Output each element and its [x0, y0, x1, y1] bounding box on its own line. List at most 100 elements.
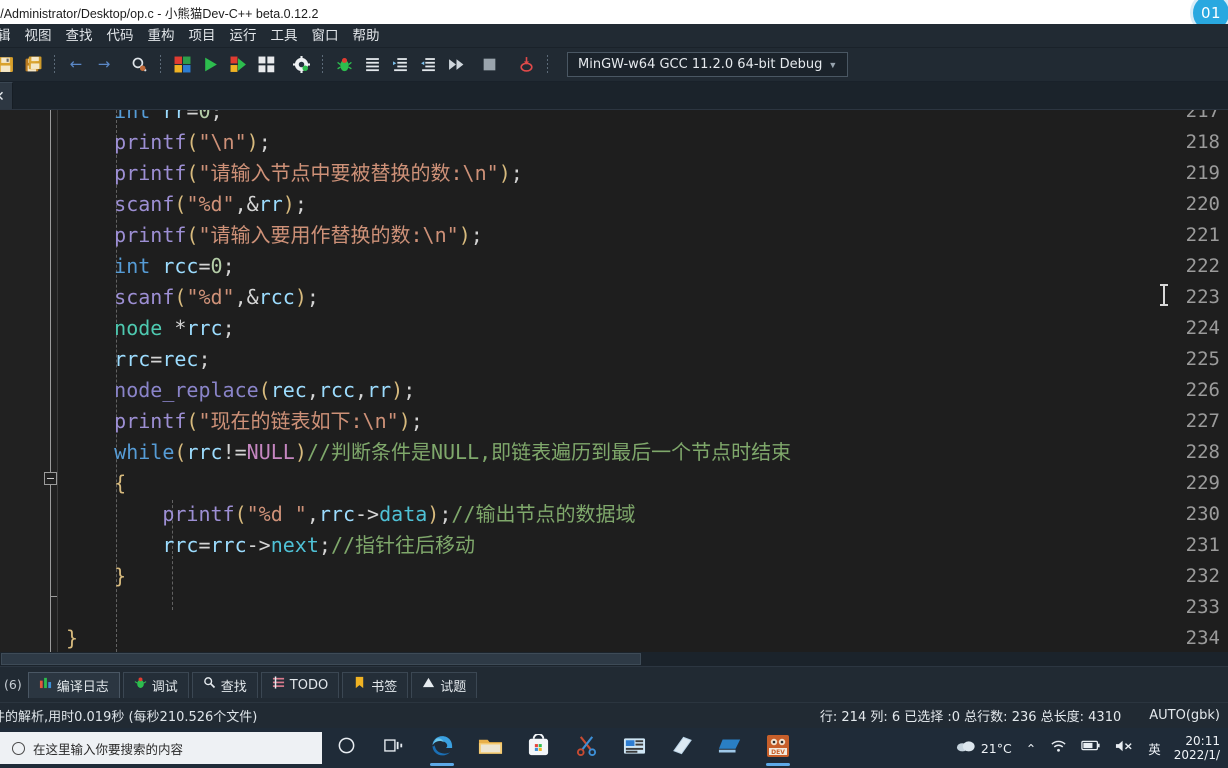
- code-line[interactable]: }: [66, 623, 78, 652]
- panel-tab-debug[interactable]: 调试: [122, 671, 189, 698]
- taskbar-media-app-button[interactable]: [610, 728, 658, 768]
- back-button[interactable]: ←: [65, 54, 87, 76]
- rebuild-button[interactable]: [255, 54, 277, 76]
- menu-item-edit[interactable]: 辑: [0, 24, 18, 48]
- code-token: rrc: [186, 316, 223, 340]
- code-line[interactable]: node *rrc;: [66, 313, 234, 344]
- taskbar-task-view-button[interactable]: [370, 728, 418, 768]
- code-token: ;: [510, 161, 523, 185]
- menu-item-run[interactable]: 运行: [223, 24, 264, 48]
- save-all-icon: [25, 56, 42, 73]
- options-button[interactable]: [290, 54, 312, 76]
- code-line[interactable]: int rr=0;: [66, 110, 222, 127]
- taskbar-cortana-button[interactable]: [322, 728, 370, 768]
- taskbar-search-input[interactable]: 在这里输入你要搜索的内容: [0, 732, 322, 764]
- compiler-select[interactable]: MinGW-w64 GCC 11.2.0 64-bit Debug ▼: [567, 52, 849, 77]
- taskbar-notebook-app-button[interactable]: [658, 728, 706, 768]
- taskbar-remote-desktop-button[interactable]: [706, 728, 754, 768]
- close-icon[interactable]: ✕: [0, 89, 5, 103]
- step-into-icon: [392, 56, 409, 73]
- toolbar-separator: [160, 54, 161, 75]
- save-all-button[interactable]: [22, 54, 44, 76]
- stop-icon: [481, 56, 498, 73]
- code-area[interactable]: int rr=0; printf("\n"); printf("请输入节点中要被…: [58, 110, 1228, 652]
- tray-battery-button[interactable]: [1074, 728, 1108, 768]
- compile-run-button[interactable]: [227, 54, 249, 76]
- code-line[interactable]: printf("请输入节点中要被替换的数:\n");: [66, 158, 523, 189]
- code-line[interactable]: while(rrc!=NULL)//判断条件是NULL,即链表遍历到最后一个节点…: [66, 437, 791, 468]
- status-encoding[interactable]: AUTO(gbk): [1149, 708, 1220, 723]
- panel-tab-bookmarks[interactable]: 书签: [342, 671, 409, 698]
- menu-item-code[interactable]: 代码: [100, 24, 141, 48]
- save-icon: [0, 56, 14, 73]
- code-line[interactable]: {: [66, 468, 126, 499]
- code-line[interactable]: rrc=rrc->next;//指针往后移动: [66, 530, 475, 561]
- compile-button[interactable]: [171, 54, 193, 76]
- code-token: 0: [198, 110, 211, 123]
- tray-ime-indicator[interactable]: 英: [1141, 728, 1168, 768]
- code-line[interactable]: printf("\n");: [66, 127, 271, 158]
- code-token: "\n": [198, 130, 247, 154]
- code-line[interactable]: printf("现在的链表如下:\n");: [66, 406, 423, 437]
- magnifier-icon: [203, 676, 216, 694]
- tray-weather[interactable]: 21°C: [949, 728, 1019, 768]
- step-over-button[interactable]: [361, 54, 383, 76]
- taskbar-microsoft-store-button[interactable]: [514, 728, 562, 768]
- forward-button[interactable]: →: [93, 54, 115, 76]
- code-editor[interactable]: 217 218 219 220 221 222 223 224 225 226 227 228 229 2…: [0, 110, 1228, 652]
- panel-tab-problems[interactable]: 试题: [411, 671, 478, 698]
- step-into-button[interactable]: [389, 54, 411, 76]
- system-tray: 21°C ⌃ 英 20:11 2022/1/: [949, 728, 1228, 768]
- watch-icon: [518, 56, 535, 73]
- panel-tab-compile-log[interactable]: 编译日志: [27, 671, 120, 698]
- menu-item-search[interactable]: 查找: [59, 24, 100, 48]
- add-watch-button[interactable]: [515, 54, 537, 76]
- cortana-icon: [337, 736, 356, 760]
- code-token: ): [294, 285, 307, 309]
- taskbar-clock[interactable]: 20:11 2022/1/: [1168, 734, 1224, 762]
- taskbar-devcpp-button[interactable]: DEV: [754, 728, 802, 768]
- menu-item-window[interactable]: 窗口: [305, 24, 346, 48]
- code-token: (: [186, 223, 199, 247]
- code-line[interactable]: }: [66, 561, 126, 592]
- menu-item-project[interactable]: 项目: [182, 24, 223, 48]
- horizontal-scrollbar-thumb[interactable]: [1, 653, 641, 665]
- continue-button[interactable]: [445, 54, 467, 76]
- debug-button[interactable]: [333, 54, 355, 76]
- code-line[interactable]: rrc=rec;: [66, 344, 210, 375]
- tray-network-button[interactable]: [1043, 728, 1074, 768]
- menu-item-help[interactable]: 帮助: [346, 24, 387, 48]
- code-token: =: [150, 347, 163, 371]
- panel-tab-todo[interactable]: TODO: [260, 671, 340, 698]
- code-line[interactable]: scanf("%d",&rcc);: [66, 282, 319, 313]
- code-line[interactable]: node_replace(rec,rcc,rr);: [66, 375, 415, 406]
- find-replace-button[interactable]: [128, 54, 150, 76]
- menu-item-tools[interactable]: 工具: [264, 24, 305, 48]
- battery-icon: [1081, 739, 1101, 757]
- menu-item-refactor[interactable]: 重构: [141, 24, 182, 48]
- code-line[interactable]: printf("请输入要用作替换的数:\n");: [66, 220, 483, 251]
- fold-toggle-229[interactable]: [44, 472, 57, 485]
- code-line[interactable]: int rcc=0;: [66, 251, 234, 282]
- tray-volume-button[interactable]: [1108, 728, 1141, 768]
- taskbar-edge-button[interactable]: [418, 728, 466, 768]
- code-line[interactable]: printf("%d ",rrc->data);//输出节点的数据域: [66, 499, 635, 530]
- taskbar-snipping-tool-button[interactable]: [562, 728, 610, 768]
- stop-button[interactable]: [478, 54, 500, 76]
- panel-tab-search[interactable]: 查找: [191, 671, 258, 698]
- step-out-button[interactable]: [417, 54, 439, 76]
- editor-tab-opc[interactable]: ✕: [0, 82, 13, 109]
- save-button[interactable]: [0, 54, 16, 76]
- code-line[interactable]: scanf("%d",&rr);: [66, 189, 307, 220]
- run-button[interactable]: [199, 54, 221, 76]
- horizontal-scrollbar[interactable]: [0, 652, 1228, 666]
- menu-item-view[interactable]: 视图: [18, 24, 59, 48]
- tray-show-hidden-button[interactable]: ⌃: [1019, 728, 1043, 768]
- taskbar-file-explorer-button[interactable]: [466, 728, 514, 768]
